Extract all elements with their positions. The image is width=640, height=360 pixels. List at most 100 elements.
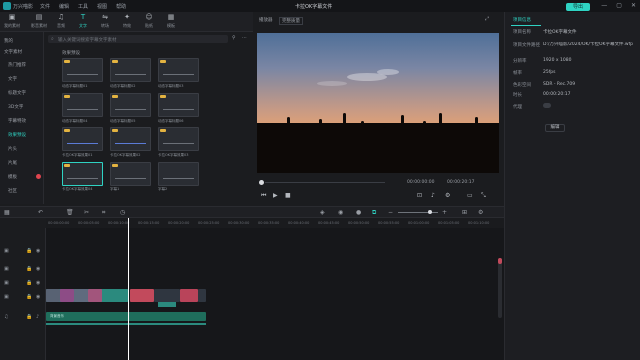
tool-audio[interactable]: ♫ 音频: [50, 14, 72, 29]
zoom-slider[interactable]: [398, 212, 438, 213]
tool-templates[interactable]: ▦ 模板: [160, 14, 182, 29]
title-clip[interactable]: [130, 289, 154, 302]
sidebar-item-intro[interactable]: 片头: [8, 146, 17, 152]
preview-frame[interactable]: [257, 33, 499, 173]
lock-icon[interactable]: 🔒: [26, 314, 32, 320]
fullscreen-icon[interactable]: ⤢: [485, 16, 489, 22]
title-card[interactable]: [62, 93, 103, 117]
premium-badge: [160, 60, 166, 63]
sidebar-item-community[interactable]: 社区: [8, 188, 17, 194]
eye-icon[interactable]: ◉: [36, 266, 40, 272]
sidebar-item-title-text[interactable]: 标题文字: [8, 90, 26, 96]
sidebar-item-templates[interactable]: 模板: [8, 174, 17, 180]
title-card[interactable]: [158, 58, 199, 82]
proxy-toggle[interactable]: [543, 103, 551, 108]
video-clip[interactable]: [198, 289, 206, 302]
sidebar-item-presets[interactable]: 效果预设: [8, 132, 26, 138]
eye-icon[interactable]: ◉: [36, 294, 40, 300]
edit-button[interactable]: 编辑: [545, 124, 565, 132]
fit-icon[interactable]: ⊞: [462, 209, 467, 216]
search-input[interactable]: ⌕ 输入关键词搜索字幕文字素材: [48, 35, 228, 43]
lock-icon[interactable]: 🔒: [26, 266, 32, 272]
mute-icon[interactable]: ♪: [36, 314, 39, 320]
tab-project-info[interactable]: 项目信息: [513, 17, 531, 23]
crop-icon[interactable]: ⌗: [102, 209, 105, 217]
tool-titles[interactable]: T 文字: [72, 14, 94, 29]
stop-icon[interactable]: ■: [285, 192, 291, 199]
sidebar-item-3d-text[interactable]: 3D文字: [8, 104, 23, 110]
snapshot-icon[interactable]: ⊡: [417, 192, 422, 199]
cut-icon[interactable]: ✂: [84, 209, 89, 216]
title-card[interactable]: [110, 127, 151, 151]
record-icon[interactable]: ◉: [338, 209, 343, 216]
title-card[interactable]: [110, 58, 151, 82]
title-card-selected[interactable]: [62, 162, 103, 186]
timeline-tracks[interactable]: 背景音乐: [46, 228, 504, 360]
menu-file[interactable]: 文件: [40, 3, 50, 10]
maximize-icon[interactable]: ▢: [616, 2, 622, 9]
zoom-in-icon[interactable]: +: [442, 209, 447, 216]
eye-icon[interactable]: ◉: [36, 248, 40, 254]
layout-icon[interactable]: ▦: [4, 209, 10, 216]
mic-icon[interactable]: ●: [356, 209, 361, 216]
sidebar-item-mine[interactable]: 我的: [4, 38, 13, 44]
minimize-icon[interactable]: —: [601, 2, 607, 9]
more-icon[interactable]: ⋯: [242, 35, 247, 41]
close-icon[interactable]: ✕: [631, 2, 636, 9]
scroll-thumb[interactable]: [498, 258, 502, 264]
tool-effects[interactable]: ✦ 特效: [116, 14, 138, 29]
vertical-scrollbar[interactable]: [498, 258, 502, 318]
scrub-bar[interactable]: [265, 182, 385, 183]
sidebar-item-outro[interactable]: 片尾: [8, 160, 17, 166]
time-ruler[interactable]: 00:00:00:00 00:00:05:00 00:00:10:00 00:0…: [46, 218, 504, 228]
prev-frame-icon[interactable]: ⏮: [261, 192, 266, 200]
filter-icon[interactable]: ⚲: [232, 35, 236, 41]
menu-edit[interactable]: 编辑: [59, 3, 69, 10]
lock-icon[interactable]: 🔒: [26, 294, 32, 300]
scrub-handle[interactable]: [259, 180, 264, 185]
audio-clip[interactable]: 背景音乐: [46, 312, 206, 321]
play-icon[interactable]: ▶: [273, 192, 278, 199]
video-clip[interactable]: [154, 289, 180, 302]
settings-icon[interactable]: ⚙: [478, 209, 483, 216]
lock-icon[interactable]: 🔒: [26, 280, 32, 286]
delete-icon[interactable]: 🗑: [66, 209, 74, 216]
eye-icon[interactable]: ◉: [36, 280, 40, 286]
video-clip[interactable]: [180, 289, 198, 302]
menu-help[interactable]: 帮助: [116, 3, 126, 10]
title-card[interactable]: [110, 162, 151, 186]
marker-icon[interactable]: ◈: [320, 209, 325, 216]
sidebar-item-text[interactable]: 文字: [8, 76, 17, 82]
effect-clip[interactable]: [158, 302, 176, 307]
audio-clip-label: 背景音乐: [50, 314, 64, 318]
screen-icon[interactable]: ▭: [467, 192, 473, 199]
playhead[interactable]: [128, 218, 129, 360]
quality-select[interactable]: 完整质量: [279, 17, 303, 25]
title-card[interactable]: [110, 93, 151, 117]
title-card[interactable]: [62, 58, 103, 82]
title-card[interactable]: [158, 127, 199, 151]
sidebar-item-popular[interactable]: 热门推荐: [8, 62, 26, 68]
title-card[interactable]: [158, 93, 199, 117]
menu-tools[interactable]: 工具: [78, 3, 88, 10]
tool-transitions[interactable]: ⇋ 转场: [94, 14, 116, 29]
volume-icon[interactable]: ♪: [431, 192, 435, 199]
sidebar-item-subtitle-effects[interactable]: 字幕特效: [8, 118, 26, 124]
lock-icon[interactable]: 🔒: [26, 248, 32, 254]
undo-icon[interactable]: ↶: [38, 209, 43, 216]
tab-player[interactable]: 播放器: [259, 17, 273, 23]
zoom-out-icon[interactable]: −: [388, 209, 393, 216]
tool-stock-media[interactable]: ▤ 影音素材: [28, 14, 50, 29]
title-card[interactable]: [62, 127, 103, 151]
sidebar-item-title-assets[interactable]: 文字素材: [4, 49, 22, 55]
snap-icon[interactable]: ⧉: [372, 209, 376, 217]
zoom-icon[interactable]: ⤡: [481, 192, 486, 200]
settings-icon[interactable]: ⚙: [445, 192, 450, 199]
zoom-handle[interactable]: [428, 210, 432, 214]
menu-view[interactable]: 视图: [97, 3, 107, 10]
export-button[interactable]: 导出: [566, 3, 590, 11]
title-card[interactable]: [158, 162, 199, 186]
speed-icon[interactable]: ◷: [120, 209, 125, 216]
tool-my-media[interactable]: ▣ 我的素材: [1, 14, 23, 29]
tool-stickers[interactable]: ☺ 贴纸: [138, 14, 160, 29]
